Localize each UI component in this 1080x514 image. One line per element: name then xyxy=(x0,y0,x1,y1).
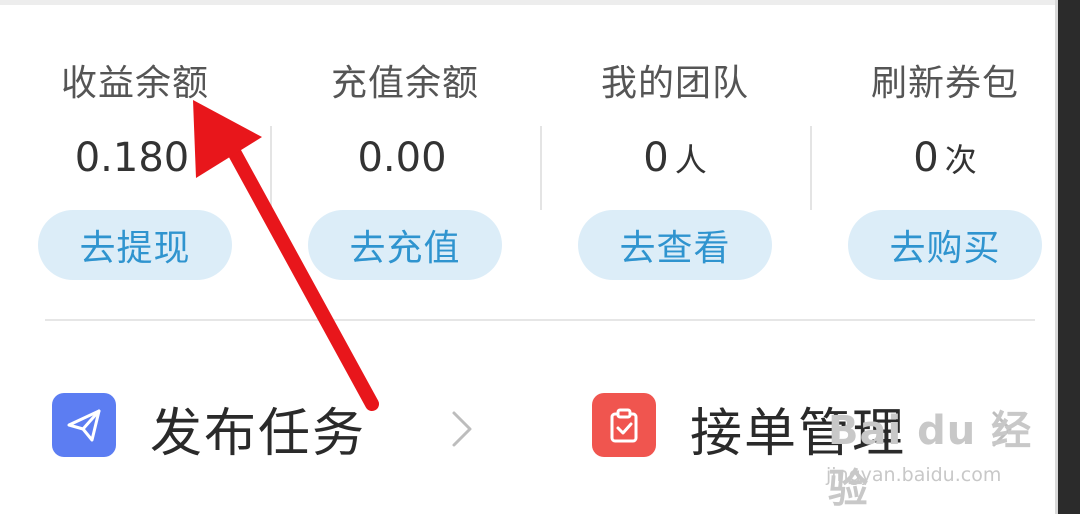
stat-income-balance: 收益余额 0.180 去提现 xyxy=(0,40,270,290)
withdraw-button[interactable]: 去提现 xyxy=(38,210,232,280)
stat-number: 0.00 xyxy=(357,135,447,181)
stat-number: 0 xyxy=(913,135,939,181)
stat-value: 0.00 xyxy=(270,135,540,181)
stat-value: 0次 xyxy=(810,135,1080,181)
stat-value: 0.180 xyxy=(0,135,270,181)
section-divider xyxy=(45,319,1035,321)
stat-title: 收益余额 xyxy=(60,63,209,104)
recharge-button[interactable]: 去充值 xyxy=(308,210,502,280)
stat-number: 0.180 xyxy=(74,135,190,181)
view-team-button[interactable]: 去查看 xyxy=(578,210,772,280)
publish-task-item[interactable]: 发布任务 xyxy=(52,385,492,465)
stat-refresh-coupons: 刷新券包 0次 去购买 xyxy=(810,40,1080,290)
stat-value: 0人 xyxy=(540,135,810,181)
top-divider-strip xyxy=(0,0,1060,5)
stat-title: 刷新券包 xyxy=(870,63,1019,104)
clipboard-check-icon xyxy=(592,393,656,457)
paper-plane-icon xyxy=(52,393,116,457)
stat-number: 0 xyxy=(643,135,669,181)
stat-unit: 次 xyxy=(944,141,977,179)
account-stats-panel: 收益余额 0.180 去提现 充值余额 0.00 去充值 我的团队 0人 去查看… xyxy=(0,40,1060,290)
buy-coupons-button[interactable]: 去购买 xyxy=(848,210,1042,280)
stat-my-team: 我的团队 0人 去查看 xyxy=(540,40,810,290)
device-frame-edge xyxy=(1058,0,1080,514)
baidu-jingyan-watermark: Bai du 经验 jingyan.baidu.com xyxy=(820,398,1035,512)
stat-title: 我的团队 xyxy=(600,63,749,104)
stat-unit: 人 xyxy=(674,141,707,179)
stat-title: 充值余额 xyxy=(330,63,479,104)
watermark-logo: Bai du 经验 xyxy=(828,408,1033,512)
menu-label: 发布任务 xyxy=(150,404,367,464)
stat-recharge-balance: 充值余额 0.00 去充值 xyxy=(270,40,540,290)
watermark-url: jingyan.baidu.com xyxy=(826,464,1002,486)
chevron-right-icon xyxy=(452,411,472,447)
